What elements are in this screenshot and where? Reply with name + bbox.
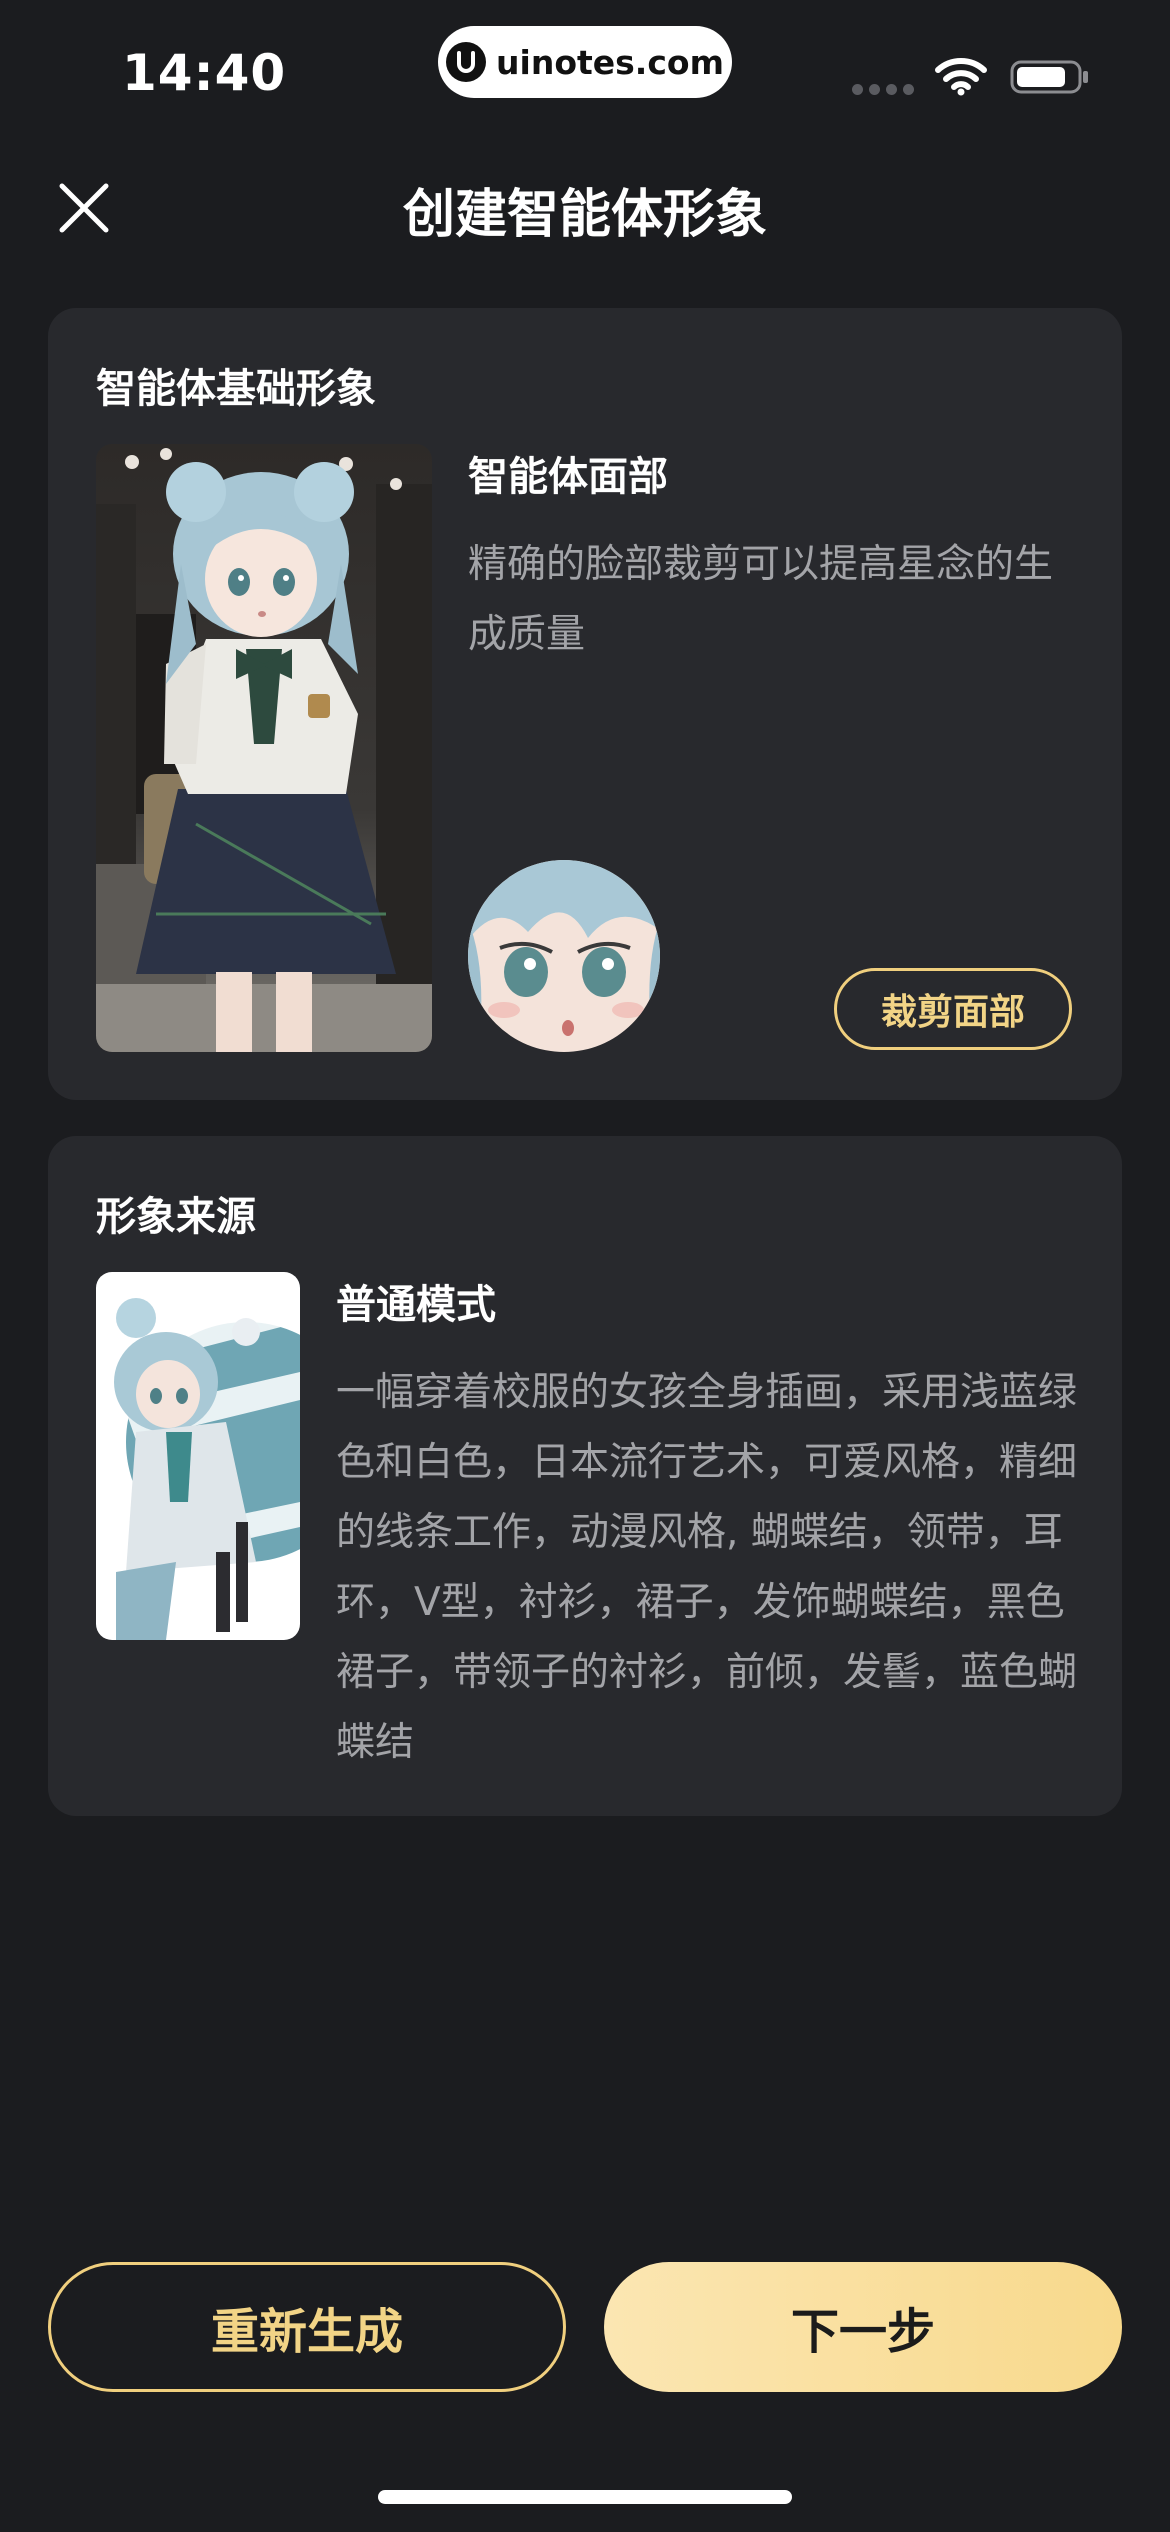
watermark-text: uinotes.com: [496, 42, 724, 82]
mode-title: 普通模式: [336, 1282, 496, 1328]
home-indicator: [378, 2490, 792, 2504]
wifi-icon: [935, 58, 987, 96]
image-source-card: 形象来源 普通模式 一幅穿着校服的女孩全身插画，采用浅蓝绿色和白色，日本流行艺术…: [48, 1136, 1122, 1816]
status-time: 14:40: [122, 44, 287, 102]
status-bar: 14:40 uinotes.com: [0, 0, 1170, 130]
page-title: 创建智能体形象: [402, 185, 767, 245]
face-crop-image[interactable]: [468, 860, 660, 1052]
battery-icon: [1010, 60, 1088, 94]
watermark-pill: uinotes.com: [438, 26, 732, 98]
image-source-heading: 形象来源: [96, 1194, 256, 1240]
watermark-logo-icon: [446, 42, 487, 82]
crop-face-button[interactable]: 裁剪面部: [834, 968, 1072, 1050]
basic-image-card: 智能体基础形象 智能体面部 精确的脸部裁剪可以提高星念的生成质量 裁剪面部: [48, 308, 1122, 1100]
character-portrait-image[interactable]: [96, 444, 432, 1052]
face-description: 精确的脸部裁剪可以提高星念的生成质量: [468, 542, 1054, 657]
regenerate-button[interactable]: 重新生成: [48, 2262, 566, 2392]
next-step-button[interactable]: 下一步: [604, 2262, 1122, 2392]
source-reference-image[interactable]: [96, 1272, 300, 1640]
basic-image-heading: 智能体基础形象: [96, 366, 376, 412]
mode-description: 一幅穿着校服的女孩全身插画，采用浅蓝绿色和白色，日本流行艺术，可爱风格，精细的线…: [336, 1370, 1078, 1765]
signal-icon: [852, 84, 914, 95]
face-title: 智能体面部: [468, 454, 668, 500]
